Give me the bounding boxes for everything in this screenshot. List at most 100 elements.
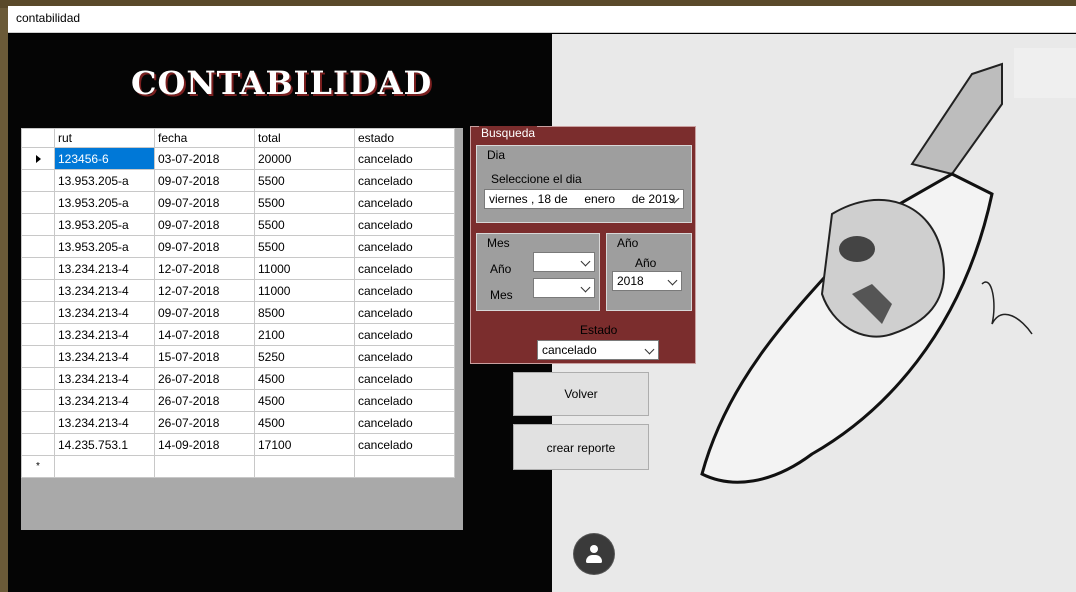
cell-estado[interactable]: cancelado [354, 147, 455, 170]
cell-total[interactable]: 11000 [254, 257, 355, 280]
cell-fecha[interactable]: 14-09-2018 [154, 433, 255, 456]
table-row[interactable]: 13.953.205-a 09-07-2018 5500 cancelado [21, 235, 455, 258]
row-header[interactable] [21, 279, 55, 302]
volver-button[interactable]: Volver [513, 372, 649, 416]
column-header-fecha[interactable]: fecha [154, 128, 255, 148]
cell-rut[interactable]: 13.953.205-a [54, 169, 155, 192]
cell-total[interactable]: 4500 [254, 367, 355, 390]
new-row-cell[interactable] [154, 455, 255, 478]
cell-estado[interactable]: cancelado [354, 433, 455, 456]
mes-ano-select[interactable] [533, 252, 595, 272]
date-picker[interactable]: viernes , 18 de enero de 2019 [484, 189, 684, 209]
row-header[interactable] [21, 235, 55, 258]
cell-total[interactable]: 4500 [254, 411, 355, 434]
cell-total[interactable]: 5500 [254, 169, 355, 192]
row-header[interactable] [21, 433, 55, 456]
cell-estado[interactable]: cancelado [354, 257, 455, 280]
estado-select[interactable]: cancelado [537, 340, 659, 360]
cell-rut[interactable]: 13.953.205-a [54, 191, 155, 214]
cell-fecha[interactable]: 09-07-2018 [154, 169, 255, 192]
cell-total[interactable]: 20000 [254, 147, 355, 170]
row-header[interactable] [21, 323, 55, 346]
cell-estado[interactable]: cancelado [354, 345, 455, 368]
table-row[interactable]: 13.953.205-a 09-07-2018 5500 cancelado [21, 191, 455, 214]
cell-total[interactable]: 17100 [254, 433, 355, 456]
new-row[interactable]: * [21, 455, 455, 478]
row-header[interactable] [21, 169, 55, 192]
cell-rut[interactable]: 13.234.213-4 [54, 279, 155, 302]
column-header-estado[interactable]: estado [354, 128, 455, 148]
row-header[interactable] [21, 301, 55, 324]
row-header[interactable] [21, 213, 55, 236]
cell-estado[interactable]: cancelado [354, 389, 455, 412]
row-header[interactable] [21, 389, 55, 412]
cell-fecha[interactable]: 12-07-2018 [154, 257, 255, 280]
table-row[interactable]: 13.234.213-4 15-07-2018 5250 cancelado [21, 345, 455, 368]
cell-rut[interactable]: 123456-6 [54, 147, 155, 170]
cell-total[interactable]: 4500 [254, 389, 355, 412]
cell-rut[interactable]: 13.953.205-a [54, 213, 155, 236]
accounting-grid[interactable]: rut fecha total estado 123456-6 03-07-201… [21, 128, 463, 530]
cell-estado[interactable]: cancelado [354, 169, 455, 192]
cell-estado[interactable]: cancelado [354, 279, 455, 302]
crear-reporte-button[interactable]: crear reporte [513, 424, 649, 470]
cell-total[interactable]: 5500 [254, 235, 355, 258]
table-row[interactable]: 13.234.213-4 12-07-2018 11000 cancelado [21, 257, 455, 280]
cell-estado[interactable]: cancelado [354, 301, 455, 324]
cell-estado[interactable]: cancelado [354, 323, 455, 346]
cell-total[interactable]: 5250 [254, 345, 355, 368]
cell-rut[interactable]: 13.234.213-4 [54, 367, 155, 390]
cell-estado[interactable]: cancelado [354, 411, 455, 434]
new-row-cell[interactable] [254, 455, 355, 478]
cell-rut[interactable]: 13.234.213-4 [54, 345, 155, 368]
column-header-rut[interactable]: rut [54, 128, 155, 148]
grid-corner[interactable] [21, 128, 55, 148]
window-titlebar[interactable]: contabilidad [8, 6, 1076, 33]
cell-fecha[interactable]: 09-07-2018 [154, 301, 255, 324]
user-icon[interactable] [574, 534, 614, 574]
cell-fecha[interactable]: 03-07-2018 [154, 147, 255, 170]
ano-select[interactable]: 2018 [612, 271, 682, 291]
cell-fecha[interactable]: 09-07-2018 [154, 235, 255, 258]
cell-rut[interactable]: 13.234.213-4 [54, 301, 155, 324]
table-row[interactable]: 13.953.205-a 09-07-2018 5500 cancelado [21, 213, 455, 236]
cell-estado[interactable]: cancelado [354, 235, 455, 258]
table-row[interactable]: 13.234.213-4 09-07-2018 8500 cancelado [21, 301, 455, 324]
cell-fecha[interactable]: 26-07-2018 [154, 367, 255, 390]
row-header[interactable] [21, 367, 55, 390]
row-header[interactable] [21, 411, 55, 434]
cell-fecha[interactable]: 14-07-2018 [154, 323, 255, 346]
cell-rut[interactable]: 13.953.205-a [54, 235, 155, 258]
cell-total[interactable]: 11000 [254, 279, 355, 302]
cell-fecha[interactable]: 09-07-2018 [154, 213, 255, 236]
cell-estado[interactable]: cancelado [354, 367, 455, 390]
column-header-total[interactable]: total [254, 128, 355, 148]
cell-total[interactable]: 8500 [254, 301, 355, 324]
cell-total[interactable]: 2100 [254, 323, 355, 346]
cell-rut[interactable]: 13.234.213-4 [54, 323, 155, 346]
table-row[interactable]: 13.234.213-4 12-07-2018 11000 cancelado [21, 279, 455, 302]
cell-rut[interactable]: 13.234.213-4 [54, 389, 155, 412]
row-header[interactable] [21, 191, 55, 214]
row-header[interactable] [21, 147, 55, 170]
cell-fecha[interactable]: 09-07-2018 [154, 191, 255, 214]
row-header[interactable] [21, 257, 55, 280]
table-row[interactable]: 13.234.213-4 14-07-2018 2100 cancelado [21, 323, 455, 346]
table-row[interactable]: 14.235.753.1 14-09-2018 17100 cancelado [21, 433, 455, 456]
row-header[interactable] [21, 345, 55, 368]
new-row-cell[interactable] [354, 455, 455, 478]
cell-estado[interactable]: cancelado [354, 191, 455, 214]
table-row[interactable]: 13.234.213-4 26-07-2018 4500 cancelado [21, 389, 455, 412]
cell-total[interactable]: 5500 [254, 191, 355, 214]
cell-fecha[interactable]: 26-07-2018 [154, 389, 255, 412]
table-row[interactable]: 13.234.213-4 26-07-2018 4500 cancelado [21, 367, 455, 390]
table-row[interactable]: 13.953.205-a 09-07-2018 5500 cancelado [21, 169, 455, 192]
mes-select[interactable] [533, 278, 595, 298]
table-row[interactable]: 13.234.213-4 26-07-2018 4500 cancelado [21, 411, 455, 434]
cell-fecha[interactable]: 12-07-2018 [154, 279, 255, 302]
cell-estado[interactable]: cancelado [354, 213, 455, 236]
new-row-marker[interactable]: * [21, 455, 55, 478]
cell-fecha[interactable]: 26-07-2018 [154, 411, 255, 434]
cell-rut[interactable]: 13.234.213-4 [54, 411, 155, 434]
cell-rut[interactable]: 14.235.753.1 [54, 433, 155, 456]
